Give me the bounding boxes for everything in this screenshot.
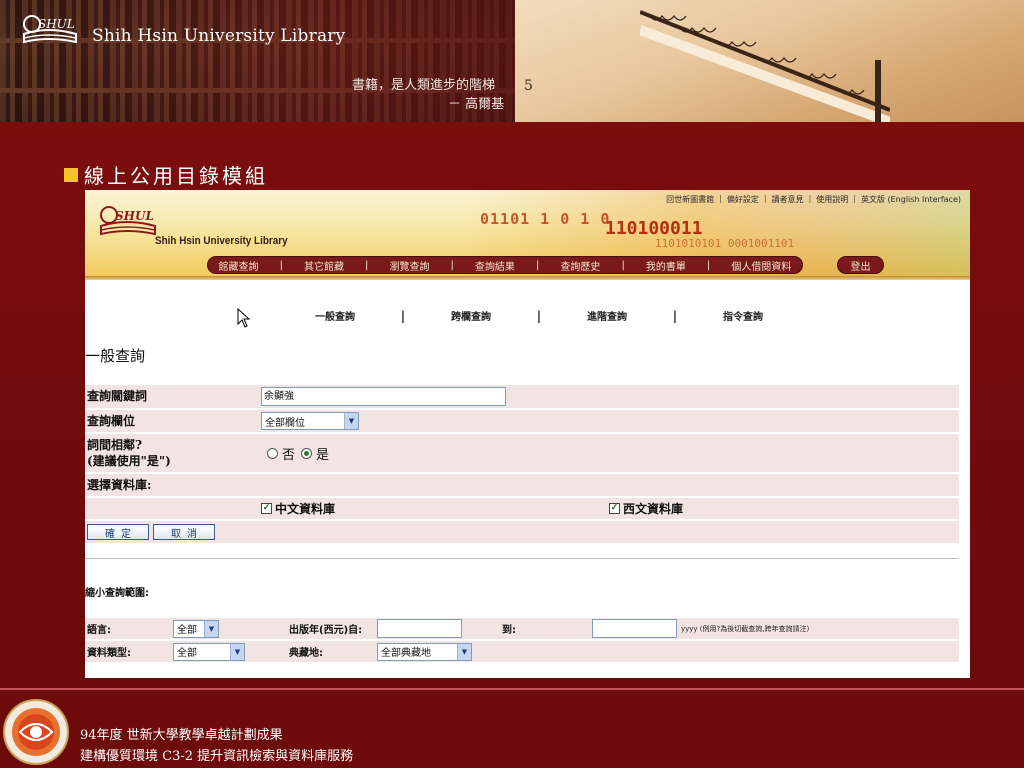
year-from-input[interactable] <box>377 619 462 638</box>
form-row-database: 選擇資料庫: <box>85 474 959 498</box>
year-from-label: 出版年(西元)自: <box>289 625 363 636</box>
opac-logo: SHUL <box>100 206 156 236</box>
chevron-down-icon: ▼ <box>344 413 358 429</box>
slide-title-text: 線上公用目錄模組 <box>84 164 268 188</box>
header-divider <box>85 276 970 280</box>
university-seal-icon <box>3 699 69 765</box>
nav-collection-search[interactable]: 館藏查詢 <box>219 258 259 273</box>
radio-yes-label: 是 <box>316 447 330 463</box>
language-label: 語言: <box>87 625 111 636</box>
year-to-input[interactable] <box>592 619 677 638</box>
basic-search-form: 查詢關鍵詞 余顯強 查詢欄位 全部欄位 ▼ 詞間相鄰? (建議使用"是") 否 … <box>85 385 959 545</box>
chinese-db-checkbox[interactable]: ✓ <box>261 503 272 514</box>
western-db-checkbox[interactable]: ✓ <box>609 503 620 514</box>
utility-links: 回世新圖書館 | 偏好設定 | 讀者意見 | 使用說明 | 英文版 (English I… <box>661 194 966 205</box>
opac-library-name: Shih Hsin University Library <box>155 235 288 247</box>
keyword-label: 查詢關鍵詞 <box>87 389 148 403</box>
link-english-interface[interactable]: 英文版 (English Interface) <box>856 194 966 205</box>
tab-separator: | <box>400 308 406 323</box>
location-label: 典藏地: <box>289 648 323 659</box>
nav-browse-search[interactable]: 瀏覽查詢 <box>389 258 429 273</box>
slide-title: 線上公用目錄模組 <box>64 160 268 189</box>
western-db-label: 西文資料庫 <box>623 502 684 516</box>
form-row-keyword: 查詢關鍵詞 余顯強 <box>85 385 959 410</box>
adjacent-label-line2: (建議使用"是") <box>87 454 171 468</box>
stair-railing-image <box>640 10 890 122</box>
year-to-label: 到: <box>502 625 516 636</box>
language-select[interactable]: 全部 ▼ <box>173 619 219 638</box>
narrow-row-1: 語言: 全部 ▼ 出版年(西元)自: 到: yyyy (例用?為後切截查詢,跨年… <box>85 618 959 641</box>
type-select-value: 全部 <box>177 648 197 659</box>
type-label: 資料類型: <box>87 648 131 659</box>
chinese-db-label: 中文資料庫 <box>275 502 336 516</box>
adjacent-label-line1: 詞間相鄰? <box>87 438 143 452</box>
cancel-button[interactable]: 取消 <box>153 524 215 540</box>
radio-no-label: 否 <box>282 447 296 463</box>
shul-logo: SHUL <box>23 15 77 44</box>
quote-text: 書籍，是人類進步的階梯 <box>352 78 496 93</box>
chevron-down-icon: ▼ <box>457 643 471 660</box>
tab-cross-field-search[interactable]: 跨欄查詢 <box>421 308 521 323</box>
tab-separator: | <box>672 308 678 323</box>
form-row-field: 查詢欄位 全部欄位 ▼ <box>85 410 959 434</box>
location-select-value: 全部典藏地 <box>381 648 431 659</box>
field-select[interactable]: 全部欄位 ▼ <box>261 412 359 430</box>
narrow-row-2: 資料類型: 全部 ▼ 典藏地: 全部典藏地 ▼ <box>85 641 959 664</box>
narrow-scope-form: 語言: 全部 ▼ 出版年(西元)自: 到: yyyy (例用?為後切截查詢,跨年… <box>85 618 959 664</box>
chevron-down-icon: ▼ <box>204 620 218 637</box>
svg-text:SHUL: SHUL <box>115 209 154 223</box>
field-label: 查詢欄位 <box>87 414 136 428</box>
svg-text:SHUL: SHUL <box>38 17 75 31</box>
footer-line-2: 建構優質環境 C3-2 提升資訊檢索與資料庫服務 <box>80 749 354 764</box>
mouse-pointer-icon <box>237 308 251 328</box>
quote-author: － 高爾基 <box>448 97 505 112</box>
form-row-buttons: 確定 取消 <box>85 521 959 545</box>
section-title: 一般查詢 <box>85 347 146 365</box>
main-nav-bar: 館藏查詢 | 其它館藏 | 瀏覽查詢 | 查詢結果 | 查詢歷史 | 我的書單 | 個人借閱… <box>207 256 803 274</box>
adjacent-label: 詞間相鄰? (建議使用"是") <box>85 434 261 472</box>
chevron-down-icon: ▼ <box>230 643 244 660</box>
language-select-value: 全部 <box>177 625 197 636</box>
nav-my-loans[interactable]: 個人借閱資料 <box>731 258 791 273</box>
link-preferences[interactable]: 偏好設定 <box>722 194 764 205</box>
field-select-value: 全部欄位 <box>265 417 305 429</box>
nav-my-list[interactable]: 我的書單 <box>646 258 686 273</box>
submit-button[interactable]: 確定 <box>87 524 149 540</box>
search-tabs: 一般查詢 | 跨欄查詢 | 進階查詢 | 指令查詢 <box>285 308 793 324</box>
link-back-to-library[interactable]: 回世新圖書館 <box>661 194 719 205</box>
tab-separator: | <box>536 308 542 323</box>
header-binary-text: 01101 1 0 1 0 <box>480 210 611 228</box>
header-binary-text: 1101010101 0001001101 <box>655 237 795 250</box>
type-select[interactable]: 全部 ▼ <box>173 642 245 661</box>
database-label: 選擇資料庫: <box>87 478 152 492</box>
nav-history[interactable]: 查詢歷史 <box>560 258 600 273</box>
tab-basic-search[interactable]: 一般查詢 <box>285 308 385 323</box>
location-select[interactable]: 全部典藏地 ▼ <box>377 642 472 661</box>
form-row-database-options: ✓ 中文資料庫 ✓ 西文資料庫 <box>85 498 959 521</box>
floor-sign: 5 <box>524 78 533 94</box>
slide-banner: SHUL Shih Hsin University Library 書籍，是人類… <box>0 0 1024 122</box>
tab-advanced-search[interactable]: 進階查詢 <box>557 308 657 323</box>
form-row-adjacent: 詞間相鄰? (建議使用"是") 否 是 <box>85 434 959 474</box>
year-hint: yyyy (例用?為後切截查詢,跨年查詢請注) <box>681 624 810 633</box>
opac-header: 01101 1 0 1 0 110100011 1101010101 00010… <box>85 190 970 278</box>
nav-other-collections[interactable]: 其它館藏 <box>304 258 344 273</box>
nav-results[interactable]: 查詢結果 <box>475 258 515 273</box>
opac-screenshot: 01101 1 0 1 0 110100011 1101010101 00010… <box>85 190 970 678</box>
library-name: Shih Hsin University Library <box>92 26 346 46</box>
square-bullet-icon <box>64 167 78 182</box>
section-divider <box>85 558 959 559</box>
header-binary-text: 110100011 <box>605 218 703 239</box>
link-feedback[interactable]: 讀者意見 <box>767 194 809 205</box>
link-help[interactable]: 使用說明 <box>811 194 853 205</box>
footer-line-1: 94年度 世新大學教學卓越計劃成果 <box>80 728 283 743</box>
keyword-input[interactable]: 余顯強 <box>261 387 506 406</box>
logout-button[interactable]: 登出 <box>837 256 884 274</box>
radio-no[interactable] <box>267 447 278 459</box>
tab-command-search[interactable]: 指令查詢 <box>693 308 793 323</box>
narrow-scope-title: 縮小查詢範圍: <box>85 588 149 599</box>
radio-yes[interactable] <box>301 447 313 459</box>
